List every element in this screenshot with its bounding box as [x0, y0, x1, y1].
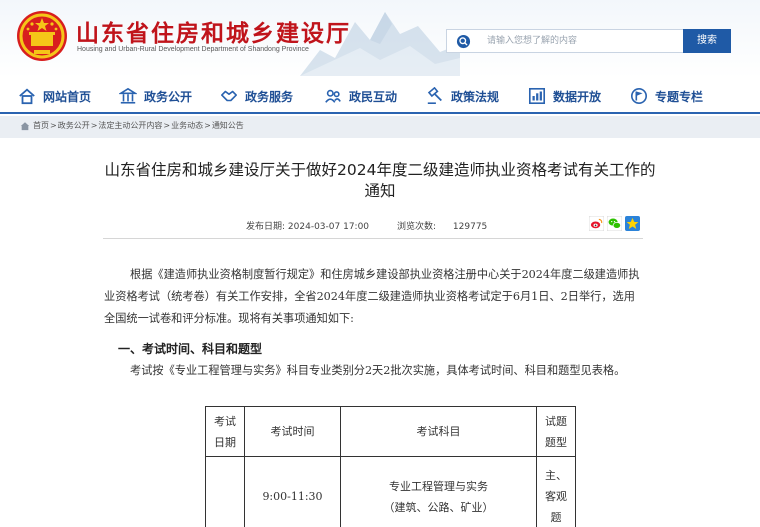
breadcrumb-separator: >	[50, 121, 57, 130]
breadcrumb-separator: >	[90, 121, 98, 130]
weibo-icon[interactable]	[589, 216, 604, 231]
meta-divider	[103, 238, 643, 239]
home-icon	[19, 88, 35, 105]
section-heading: 一、考试时间、科目和题型	[118, 342, 263, 356]
national-emblem-icon	[17, 11, 67, 61]
search-box[interactable]	[446, 29, 684, 53]
breadcrumb-bar: 首页 > 政务公开 > 法定主动公开内容 > 业务动态 > 通知公告	[0, 116, 760, 138]
search-button[interactable]: 搜索	[683, 29, 731, 53]
nav-item-label: 政务公开	[144, 89, 193, 104]
view-count-label: 浏览次数:	[397, 222, 437, 232]
breadcrumb-link-government-affairs[interactable]: 政务公开	[58, 120, 90, 131]
search-icon	[456, 34, 471, 49]
article-title-line: 山东省住房和城乡建设厅关于做好2024年度二级建造师执业资格考试有关工作的	[104, 161, 656, 179]
nav-item-label: 专题专栏	[655, 89, 704, 104]
breadcrumb-link-statutory-disclosure[interactable]: 法定主动公开内容	[98, 120, 162, 131]
home-icon	[20, 121, 30, 130]
chart-icon	[528, 87, 546, 105]
table-header-row: 考试日期 考试时间 考试科目 试题题型	[205, 406, 576, 457]
publish-date-value: 2024-03-07 17:00	[287, 222, 370, 232]
flag-icon	[630, 87, 648, 105]
site-title: 山东省住房和城乡建设厅	[76, 21, 351, 47]
search-input[interactable]	[487, 33, 677, 49]
breadcrumb-link-notices[interactable]: 通知公告	[212, 120, 244, 131]
paragraph-exam-arrangement: 考试按《专业工程管理与实务》科目专业类别分2天2批次实施，具体考试时间、科目和题…	[130, 364, 626, 377]
table-header-subject: 考试科目	[340, 406, 537, 457]
site-subtitle: Housing and Urban-Rural Development Depa…	[77, 46, 309, 53]
table-cell-type: 主、客观题	[536, 456, 576, 527]
people-icon	[325, 89, 341, 103]
view-count-value: 129775	[452, 222, 488, 232]
publish-date: 发布日期: 2024-03-07 17:00	[246, 219, 369, 232]
exam-schedule-table: 考试日期 考试时间 考试科目 试题题型 9:00-11:30 专业工程管理与实务…	[205, 406, 576, 527]
handshake-icon	[220, 90, 238, 102]
table-header-time: 考试时间	[244, 406, 341, 457]
publish-date-label: 发布日期:	[246, 222, 286, 232]
table-header-type: 试题题型	[536, 406, 576, 457]
nav-item-special-topics[interactable]: 专题专栏	[630, 86, 703, 106]
nav-item-label: 网站首页	[43, 89, 92, 104]
table-cell-date	[205, 456, 245, 527]
nav-item-label: 数据开放	[553, 89, 602, 104]
nav-item-label: 政务服务	[245, 89, 294, 104]
building-icon	[119, 87, 137, 104]
nav-item-label: 政民互动	[349, 89, 398, 104]
article-title: 山东省住房和城乡建设厅关于做好2024年度二级建造师执业资格考试有关工作的 通知	[100, 160, 660, 202]
qzone-icon[interactable]	[625, 216, 640, 231]
breadcrumb-separator: >	[163, 121, 171, 130]
breadcrumb-separator: >	[204, 121, 211, 130]
main-nav: 网站首页 政务公开 政务服务 政民互动 政策法规 数据开放 专题专栏	[0, 78, 760, 114]
site-header: 山东省住房和城乡建设厅 Housing and Urban-Rural Deve…	[0, 0, 760, 78]
table-cell-subject-line: 专业工程管理与实务	[389, 479, 488, 493]
breadcrumb: 首页 > 政务公开 > 法定主动公开内容 > 业务动态 > 通知公告	[20, 120, 244, 131]
nav-item-government-affairs[interactable]: 政务公开	[119, 86, 192, 106]
nav-item-home[interactable]: 网站首页	[18, 86, 91, 106]
table-cell-time: 9:00-11:30	[244, 456, 341, 527]
nav-item-label: 政策法规	[451, 89, 500, 104]
table-cell-subject: 专业工程管理与实务 （建筑、公路、矿业）	[340, 456, 537, 527]
breadcrumb-link-home[interactable]: 首页	[33, 120, 49, 131]
wechat-icon[interactable]	[607, 216, 622, 231]
table-header-date: 考试日期	[205, 406, 245, 457]
nav-item-services[interactable]: 政务服务	[220, 86, 293, 106]
table-cell-subject-line: （建筑、公路、矿业）	[383, 500, 494, 514]
view-count: 浏览次数: 129775	[397, 219, 487, 232]
breadcrumb-link-business-news[interactable]: 业务动态	[171, 120, 203, 131]
gavel-icon	[427, 87, 442, 105]
nav-item-policies[interactable]: 政策法规	[426, 86, 499, 106]
nav-item-interaction[interactable]: 政民互动	[324, 86, 397, 106]
table-row: 9:00-11:30 专业工程管理与实务 （建筑、公路、矿业） 主、客观题	[205, 456, 576, 527]
article-title-line: 通知	[364, 182, 396, 200]
paragraph-intro: 根据《建造师执业资格制度暂行规定》和住房城乡建设部执业资格注册中心关于2024年…	[104, 268, 640, 325]
nav-item-open-data[interactable]: 数据开放	[528, 86, 601, 106]
